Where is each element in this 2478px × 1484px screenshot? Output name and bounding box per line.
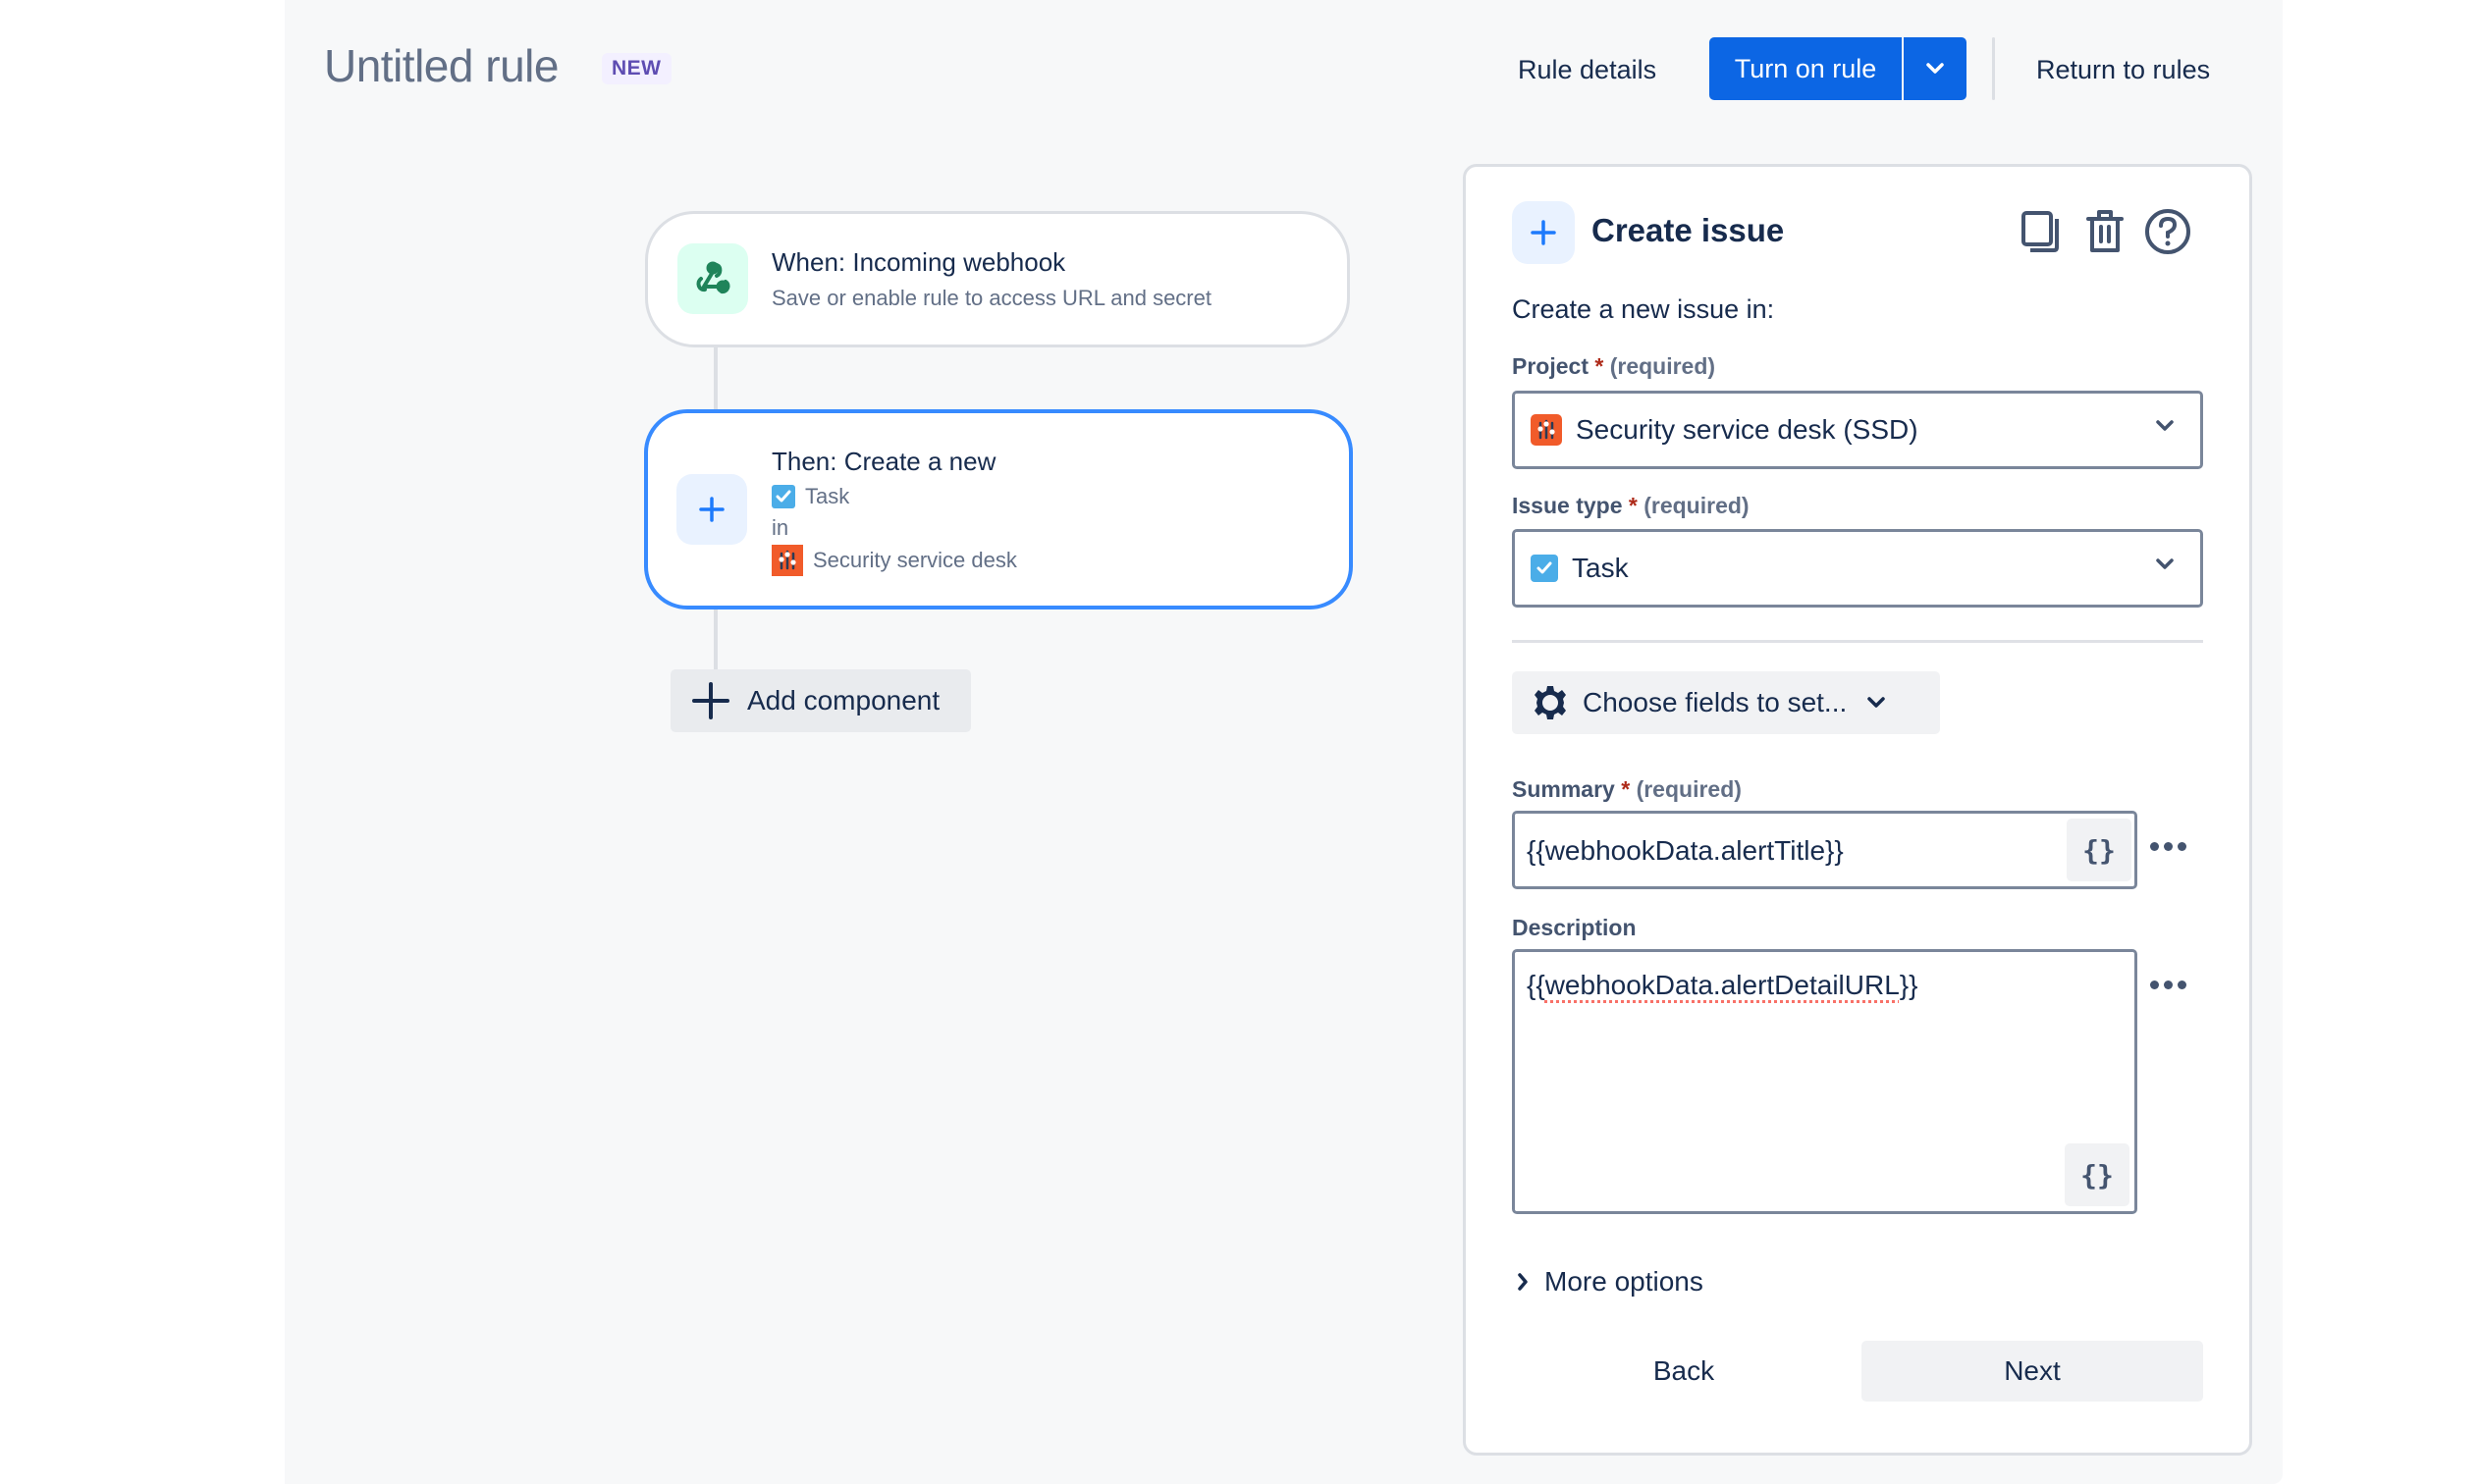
- new-badge: NEW: [602, 53, 672, 84]
- task-icon: [772, 485, 795, 508]
- back-button[interactable]: Back: [1512, 1341, 1856, 1402]
- add-component-button[interactable]: Add component: [671, 669, 971, 732]
- project-field-label: Project * (required): [1512, 353, 1715, 380]
- summary-label-text: Summary: [1512, 776, 1615, 802]
- project-icon: [1531, 414, 1562, 446]
- description-field-label: Description: [1512, 915, 1637, 941]
- action-card[interactable]: Then: Create a new Task in Security serv…: [644, 409, 1353, 610]
- value-suffix: }}: [1899, 970, 1918, 1000]
- turn-on-rule-button[interactable]: Turn on rule: [1709, 37, 1902, 100]
- required-text: (required): [1636, 776, 1742, 802]
- dot: [2150, 980, 2159, 989]
- chevron-down-icon: [1926, 63, 1944, 74]
- page-title[interactable]: Untitled rule: [324, 39, 559, 92]
- dot: [2178, 980, 2186, 989]
- trash-icon[interactable]: [2079, 204, 2130, 259]
- required-marker: *: [1621, 776, 1631, 802]
- rule-details-button[interactable]: Rule details: [1518, 45, 1656, 94]
- choose-fields-label: Choose fields to set...: [1583, 687, 1848, 717]
- issue-type-label-text: Issue type: [1512, 493, 1623, 518]
- issue-type-label: Task: [805, 484, 850, 508]
- project-select-value: Security service desk (SSD): [1576, 414, 1918, 445]
- smart-value-button[interactable]: {}: [2067, 819, 2131, 881]
- chevron-down-icon: [1867, 697, 1886, 708]
- required-marker: *: [1628, 493, 1638, 518]
- required-text: (required): [1609, 353, 1716, 379]
- trigger-subtitle: Save or enable rule to access URL and se…: [772, 286, 1212, 310]
- more-options-label: More options: [1544, 1266, 1703, 1297]
- issue-type-select[interactable]: Task: [1512, 529, 2203, 608]
- dot: [2164, 841, 2173, 851]
- summary-value: {{webhookData.alertTitle}}: [1527, 835, 1844, 866]
- project-label-text: Project: [1512, 353, 1589, 379]
- description-label-text: Description: [1512, 915, 1637, 940]
- value-core: webhookData.alertDetailURL: [1544, 970, 1900, 1000]
- task-icon: [1531, 555, 1558, 582]
- next-button[interactable]: Next: [1861, 1341, 2203, 1402]
- help-icon[interactable]: [2142, 204, 2193, 259]
- issue-type-field-label: Issue type * (required): [1512, 493, 1750, 519]
- smart-value-button[interactable]: {}: [2065, 1143, 2129, 1206]
- action-connector-word: in: [772, 515, 789, 540]
- duplicate-icon[interactable]: [2017, 204, 2068, 259]
- trigger-title: When: Incoming webhook: [772, 247, 1066, 277]
- description-textarea[interactable]: {{webhookData.alertDetailURL}} {}: [1512, 949, 2137, 1214]
- turn-on-rule-dropdown-button[interactable]: [1904, 37, 1966, 100]
- plus-icon: [1512, 201, 1575, 264]
- dot: [2150, 841, 2159, 851]
- webhook-icon: [677, 243, 748, 314]
- project-select[interactable]: Security service desk (SSD): [1512, 391, 2203, 469]
- chevron-down-icon: [2156, 420, 2174, 431]
- plus-icon: [692, 682, 729, 719]
- dot: [2164, 980, 2173, 989]
- required-marker: *: [1594, 353, 1604, 379]
- action-title: Then: Create a new: [772, 447, 997, 476]
- choose-fields-button[interactable]: Choose fields to set...: [1512, 671, 1940, 734]
- issue-type-select-value: Task: [1572, 553, 1629, 583]
- gear-icon: [1535, 686, 1566, 719]
- add-component-label: Add component: [747, 685, 941, 716]
- plus-icon: [676, 474, 747, 545]
- flow-connector: [714, 347, 718, 410]
- dot: [2178, 841, 2186, 851]
- action-project: Security service desk: [772, 545, 1017, 576]
- more-options-toggle[interactable]: More options: [1517, 1266, 1703, 1298]
- summary-more-button[interactable]: [2150, 836, 2189, 856]
- value-prefix: {{: [1527, 970, 1545, 1000]
- flow-connector: [714, 610, 718, 670]
- action-issue-type: Task: [772, 484, 849, 509]
- chevron-right-icon: [1518, 1273, 1528, 1291]
- chevron-down-icon: [2156, 558, 2174, 569]
- summary-field-label: Summary * (required): [1512, 776, 1742, 803]
- project-icon: [772, 545, 803, 576]
- required-text: (required): [1643, 493, 1750, 518]
- return-to-rules-button[interactable]: Return to rules: [2036, 45, 2210, 94]
- description-value: {{webhookData.alertDetailURL}}: [1527, 970, 1917, 1001]
- panel-title: Create issue: [1591, 212, 1785, 248]
- panel-intro: Create a new issue in:: [1512, 294, 1775, 324]
- summary-input[interactable]: {{webhookData.alertTitle}} {}: [1512, 811, 2137, 889]
- header-divider: [1992, 37, 1995, 100]
- description-more-button[interactable]: [2150, 975, 2189, 994]
- trigger-card[interactable]: When: Incoming webhook Save or enable ru…: [645, 211, 1350, 347]
- project-label: Security service desk: [813, 548, 1017, 572]
- section-divider: [1512, 640, 2203, 643]
